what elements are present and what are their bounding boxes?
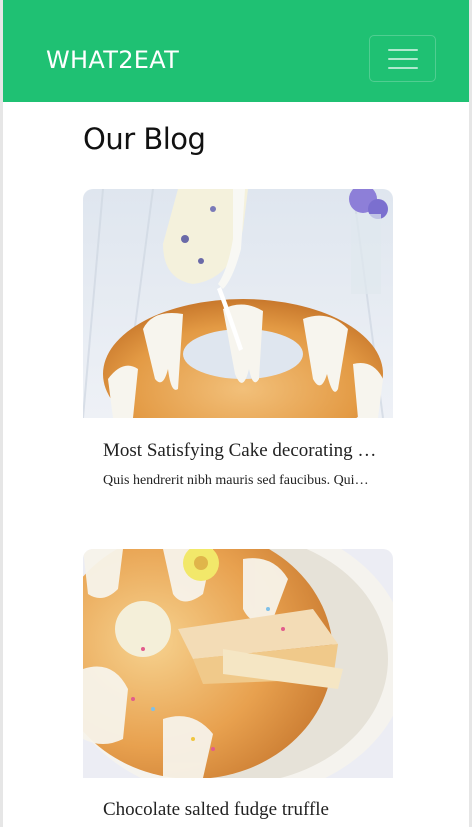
hamburger-menu-button[interactable] (369, 35, 436, 82)
page-border-left (0, 0, 3, 827)
brand-logo-link[interactable]: WHAT2EAT (46, 46, 179, 74)
blog-card[interactable]: Most Satisfying Cake decorating ideas Qu… (83, 189, 393, 488)
blog-card-image[interactable] (83, 549, 393, 778)
blog-card-title[interactable]: Chocolate salted fudge truffle (103, 799, 378, 821)
top-navbar: WHAT2EAT (3, 0, 469, 102)
blog-card[interactable]: Chocolate salted fudge truffle (83, 549, 393, 820)
blog-card-image[interactable] (83, 189, 393, 418)
section-title: Our Blog (83, 122, 206, 156)
blog-card-title[interactable]: Most Satisfying Cake decorating ideas (103, 440, 378, 462)
blog-card-excerpt: Quis hendrerit nibh mauris sed faucibus.… (103, 473, 373, 488)
